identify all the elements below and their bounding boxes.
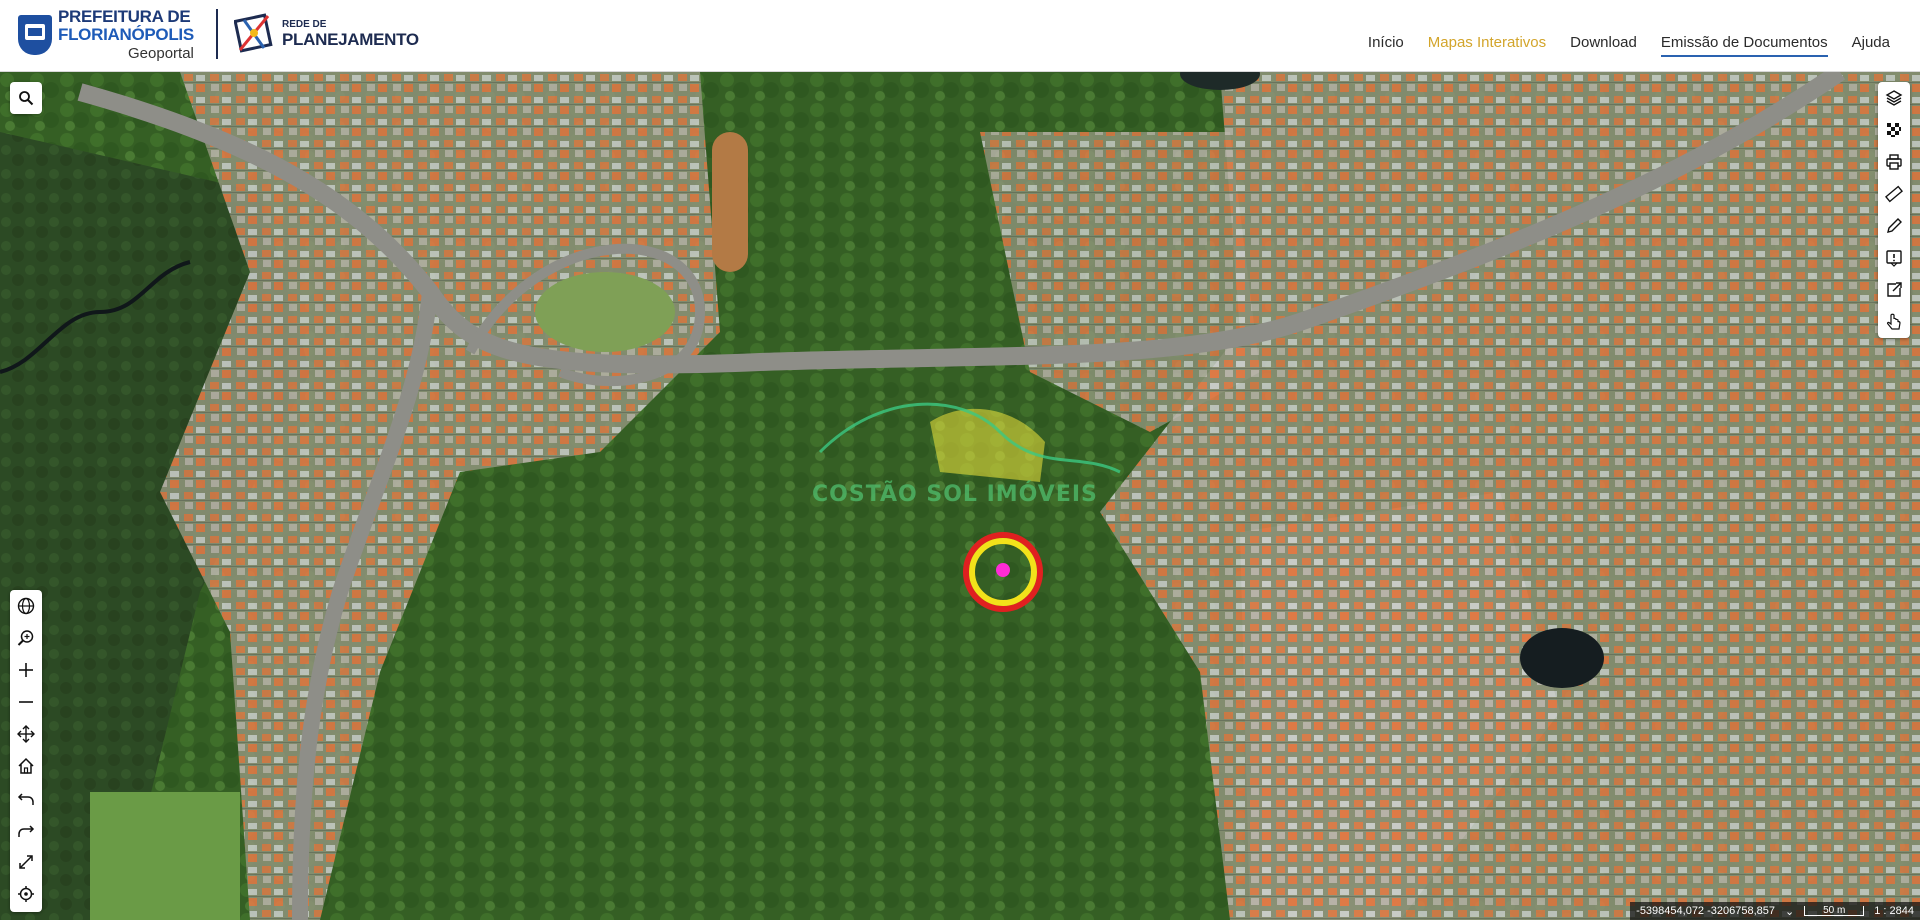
zoom-out-icon	[19, 701, 33, 703]
undo-button[interactable]	[10, 782, 42, 814]
site-header: PREFEITURA DE FLORIANÓPOLIS Geoportal RE…	[0, 0, 1920, 72]
globe-icon	[17, 597, 35, 615]
nav-inicio[interactable]: Início	[1368, 34, 1404, 57]
left-map-toolbar	[10, 590, 42, 912]
header-divider	[216, 9, 218, 59]
map-search-button[interactable]	[10, 82, 42, 114]
main-nav: Início Mapas Interativos Download Emissã…	[1368, 34, 1890, 57]
basemap-button[interactable]	[1878, 114, 1910, 146]
rede-line2: PLANEJAMENTO	[282, 30, 419, 49]
pointer-icon	[1886, 313, 1901, 330]
export-icon	[1887, 282, 1902, 297]
zoom-in-icon	[19, 663, 33, 677]
layers-button[interactable]	[1878, 82, 1910, 114]
zoom-area-icon	[17, 630, 34, 646]
fullscreen-button[interactable]	[10, 846, 42, 878]
prefeitura-line1: PREFEITURA DE	[58, 7, 191, 26]
measure-button[interactable]	[1878, 178, 1910, 210]
nav-mapas-interativos[interactable]: Mapas Interativos	[1428, 34, 1546, 57]
map-viewer[interactable]: COSTÃO SOL IMÓVEIS -5398454,072 -3206758…	[0, 72, 1920, 920]
export-button[interactable]	[1878, 274, 1910, 306]
map-status-bar: -5398454,072 -3206758,857 ⌄ 50 m 1 : 284…	[1630, 902, 1920, 920]
scale-ratio[interactable]: 1 : 2844	[1874, 905, 1914, 917]
globe-button[interactable]	[10, 590, 42, 622]
right-map-toolbar	[1878, 82, 1910, 338]
basemap-icon	[1887, 123, 1901, 137]
print-button[interactable]	[1878, 146, 1910, 178]
home-icon	[18, 757, 34, 774]
locate-button[interactable]	[10, 878, 42, 910]
info-button[interactable]	[1878, 242, 1910, 274]
rede-planejamento-logo[interactable]: REDE DE PLANEJAMENTO	[233, 10, 419, 58]
rede-line1: REDE DE	[282, 19, 327, 30]
pan-icon	[17, 725, 35, 743]
fullscreen-icon	[19, 855, 33, 869]
redo-button[interactable]	[10, 814, 42, 846]
search-icon	[19, 91, 34, 106]
nav-emissao-documentos[interactable]: Emissão de Documentos	[1660, 34, 1828, 57]
watermark-text: COSTÃO SOL IMÓVEIS	[812, 482, 1098, 507]
home-button[interactable]	[10, 750, 42, 782]
rede-planejamento-icon	[233, 10, 274, 58]
prefeitura-line2: FLORIANÓPOLIS	[58, 25, 194, 44]
zoom-out-button[interactable]	[10, 686, 42, 718]
prefeitura-logo[interactable]: PREFEITURA DE FLORIANÓPOLIS Geoportal	[18, 8, 194, 61]
draw-button[interactable]	[1878, 210, 1910, 242]
draw-icon	[1887, 218, 1902, 233]
coordinates-readout: -5398454,072 -3206758,857	[1636, 905, 1776, 917]
scale-bar: 50 m	[1804, 906, 1865, 916]
zoom-area-button[interactable]	[10, 622, 42, 654]
florianopolis-shield-icon	[18, 14, 52, 55]
chevron-down-icon[interactable]: ⌄	[1785, 905, 1794, 918]
nav-download[interactable]: Download	[1570, 34, 1637, 57]
undo-icon	[17, 793, 34, 805]
nav-ajuda[interactable]: Ajuda	[1852, 34, 1890, 57]
layers-icon	[1885, 90, 1903, 106]
pan-button[interactable]	[10, 718, 42, 750]
geoportal-label: Geoportal	[128, 45, 194, 62]
pointer-button[interactable]	[1878, 306, 1910, 338]
zoom-in-button[interactable]	[10, 654, 42, 686]
locate-icon	[18, 886, 34, 902]
info-icon	[1886, 250, 1902, 267]
measure-icon	[1885, 185, 1903, 203]
print-icon	[1886, 154, 1902, 170]
redo-icon	[18, 825, 35, 837]
